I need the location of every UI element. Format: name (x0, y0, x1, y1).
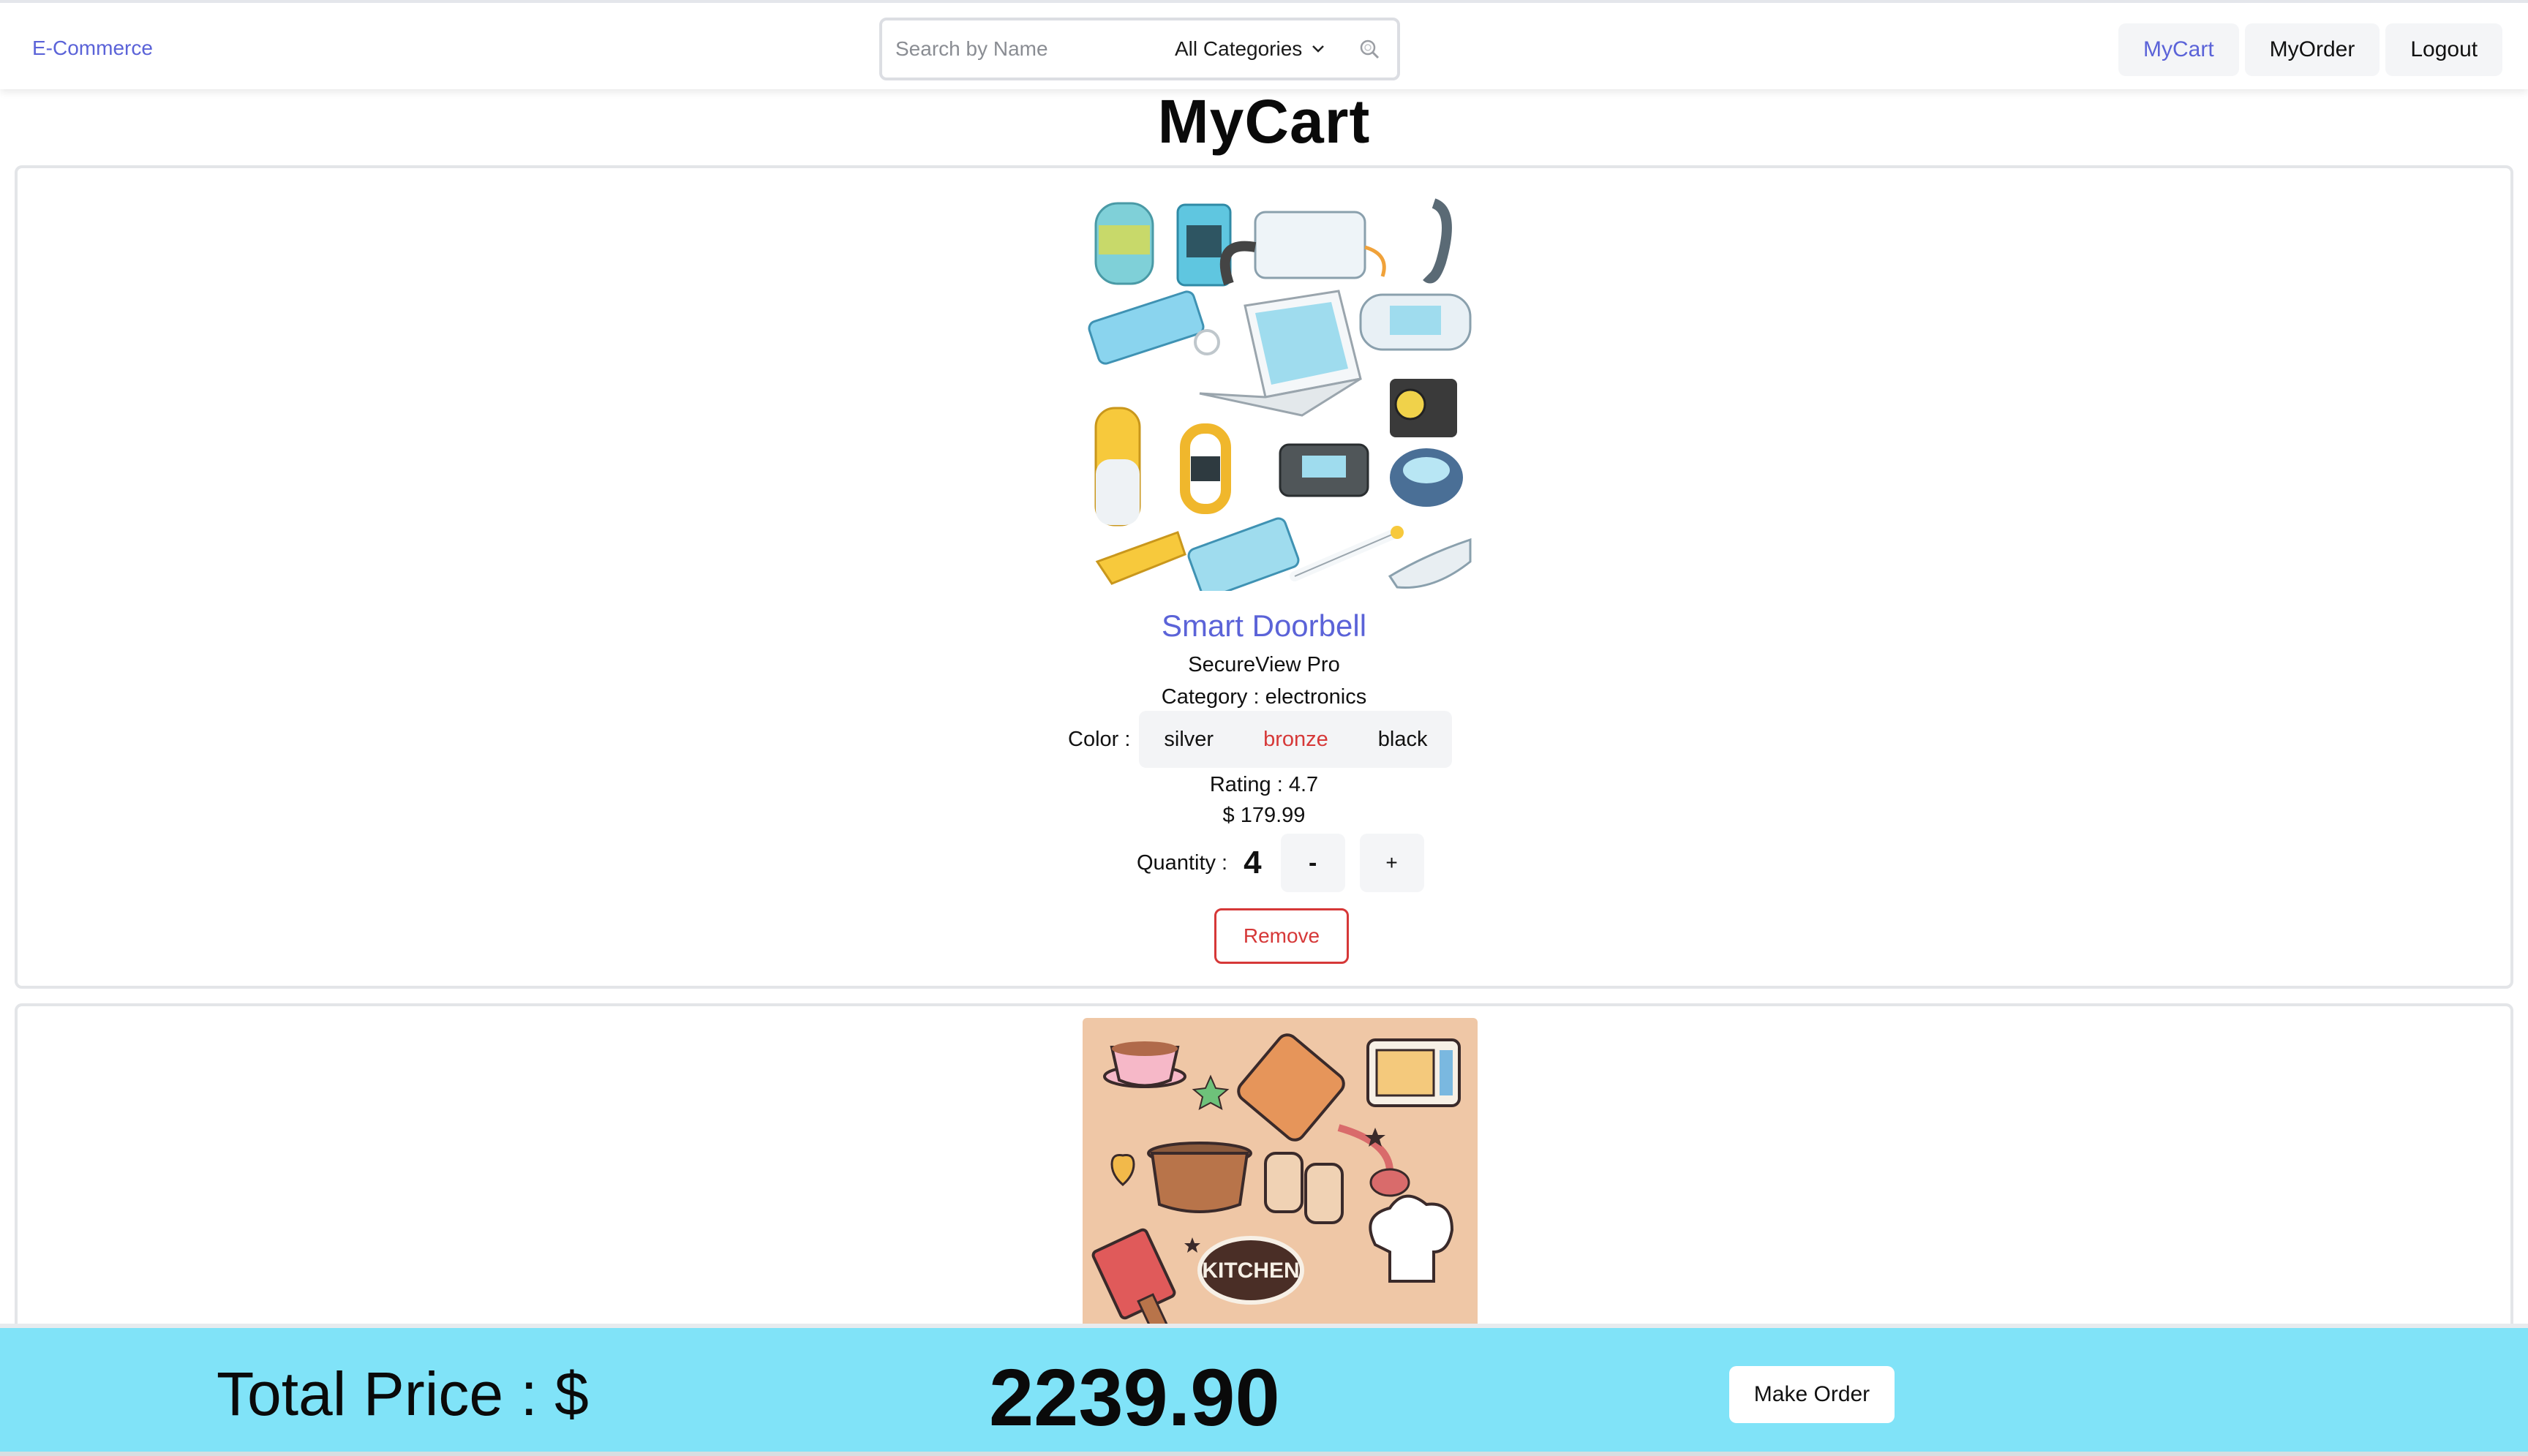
nav-logout-link[interactable]: Logout (2385, 23, 2503, 76)
category-select-value: All Categories (1175, 37, 1303, 60)
category-select[interactable]: All Categories (1175, 37, 1325, 61)
search-icon (1361, 39, 1380, 59)
remove-button[interactable]: Remove (1214, 908, 1349, 964)
page-title: MyCart (1157, 87, 1371, 156)
search-input[interactable] (895, 37, 1159, 61)
brand-link[interactable]: E-Commerce (32, 37, 153, 60)
product-name[interactable]: Smart Doorbell (18, 608, 2510, 644)
quantity-stepper: Quantity : 4 - + (1137, 834, 1439, 892)
search-bar: All Categories (879, 18, 1400, 80)
quantity-value: 4 (1244, 845, 1262, 880)
chevron-down-icon (1312, 45, 1325, 53)
search-button[interactable] (1355, 34, 1384, 64)
color-option-bronze[interactable]: bronze (1238, 711, 1353, 768)
color-option-black[interactable]: black (1353, 711, 1453, 768)
total-bar: Total Price : $ 2239.90 Make Order (0, 1324, 2528, 1456)
make-order-button[interactable]: Make Order (1729, 1366, 1895, 1423)
increment-button[interactable]: + (1359, 834, 1424, 892)
top-navbar: E-Commerce All Categories MyCart MyOrder… (0, 0, 2528, 89)
product-brand: SecureView Pro (1188, 653, 1340, 676)
electronics-illustration-icon (1088, 198, 1472, 599)
nav-links: MyCart MyOrder Logout (2118, 23, 2503, 76)
cart-item-card: Smart Doorbell SecureView Pro Category :… (15, 165, 2513, 989)
product-image (1083, 196, 1478, 599)
nav-myorder-link[interactable]: MyOrder (2244, 23, 2380, 76)
color-selector: Color : silver bronze black (1068, 711, 1453, 768)
product-rating: Rating : 4.7 (1209, 773, 1319, 796)
color-options: silver bronze black (1139, 711, 1453, 768)
color-option-silver[interactable]: silver (1139, 711, 1238, 768)
product-price: $ 179.99 (1222, 804, 1306, 827)
quantity-label: Quantity : (1137, 850, 1228, 875)
svg-text:KITCHEN: KITCHEN (1202, 1259, 1299, 1283)
product-category: Category : electronics (1161, 685, 1367, 709)
total-price-label: Total Price : $ (217, 1359, 589, 1428)
total-price-value: 2239.90 (989, 1353, 1280, 1443)
decrement-button[interactable]: - (1280, 834, 1345, 892)
color-label: Color : (1068, 727, 1131, 751)
nav-mycart-link[interactable]: MyCart (2118, 23, 2239, 76)
